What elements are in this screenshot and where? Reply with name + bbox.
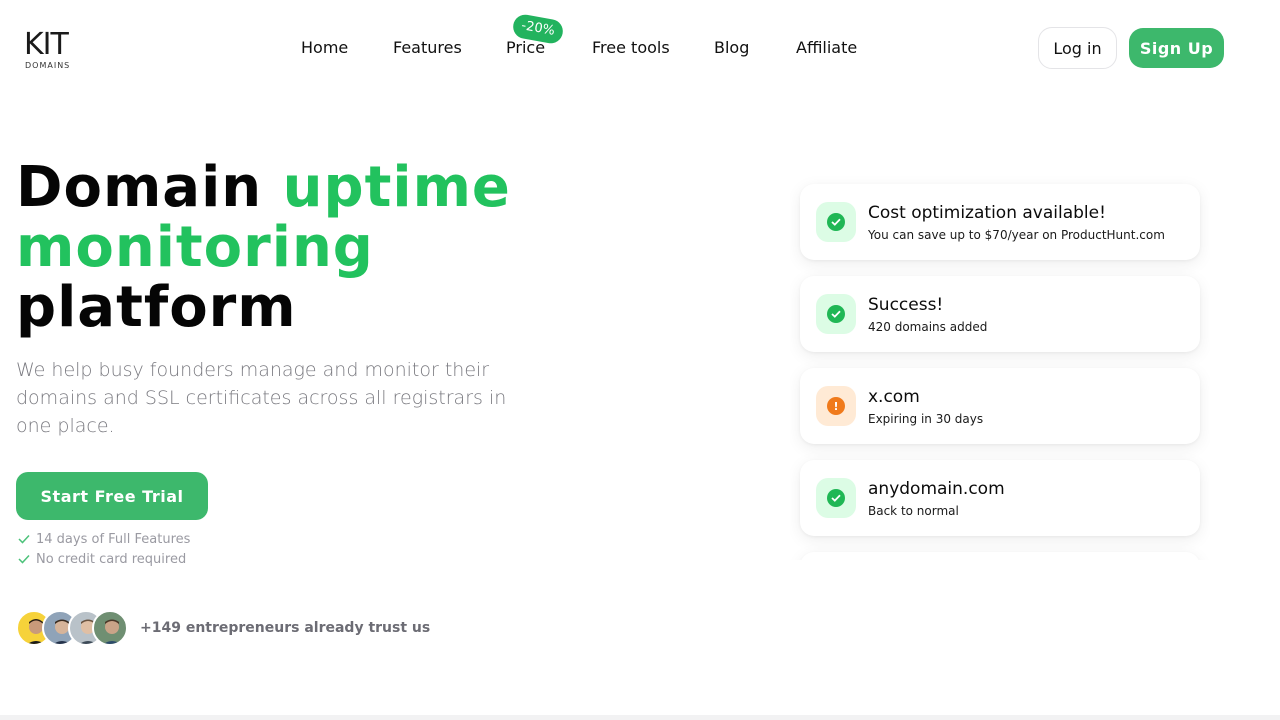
social-proof: +149 entrepreneurs already trust us [16,608,430,648]
hero-title-part2: uptime [282,155,511,220]
check-circle-icon [827,489,845,507]
logo[interactable]: KIT DOMAINS [24,27,84,71]
nav-home[interactable]: Home [301,38,348,58]
notification-card: ! x.com Expiring in 30 days [800,368,1200,444]
avatar [92,610,128,646]
notification-title: anydomain.com [868,479,1005,499]
login-button[interactable]: Log in [1038,27,1117,69]
notification-card: Cost optimization available! You can sav… [800,184,1200,260]
notification-title: Cost optimization available! [868,203,1106,223]
nav-affiliate[interactable]: Affiliate [796,38,857,58]
notification-text: Expiring in 30 days [868,412,984,426]
notification-card: anydomain.com Back to normal [800,460,1200,536]
hero-subtitle: We help busy founders manage and monitor… [16,359,507,437]
check-icon [18,554,30,564]
notification-icon-box [816,202,856,242]
notification-icon-box: ! [816,386,856,426]
hero-title-part4: platform [16,275,297,340]
perk-item: 14 days of Full Features [18,529,190,549]
nav-features[interactable]: Features [393,38,462,58]
hero-title-part3: monitoring [16,215,374,280]
notification-title: x.com [868,387,920,407]
signup-button[interactable]: Sign Up [1129,28,1224,68]
perk-list: 14 days of Full Features No credit card … [18,529,190,569]
avatar-group [16,608,128,648]
check-icon [18,534,30,544]
nav-blog[interactable]: Blog [714,38,749,58]
alert-circle-icon: ! [827,397,845,415]
perk-label: 14 days of Full Features [36,531,191,547]
logo-wordmark: KIT [24,27,69,62]
start-free-trial-button[interactable]: Start Free Trial [16,472,208,520]
notification-feed: Cost optimization available! You can sav… [790,176,1210,560]
perk-item: No credit card required [18,549,190,569]
check-circle-icon [827,305,845,323]
notification-card-partial [800,552,1200,560]
notification-title: Success! [868,295,944,315]
hero-title-part1: Domain [16,155,283,220]
section-divider [0,715,1280,720]
notification-text: 420 domains added [868,320,988,334]
notification-icon-box [816,294,856,334]
notification-text: You can save up to $70/year on ProductHu… [868,228,1165,242]
nav-free-tools[interactable]: Free tools [592,38,670,58]
notification-icon-box [816,478,856,518]
perk-label: No credit card required [36,551,187,567]
hero-title: Domain uptime monitoring platform [16,158,576,338]
check-circle-icon [827,213,845,231]
notification-text: Back to normal [868,504,959,518]
trust-text: +149 entrepreneurs already trust us [140,620,431,636]
notification-card: Success! 420 domains added [800,276,1200,352]
logo-subtext: DOMAINS [25,61,71,70]
